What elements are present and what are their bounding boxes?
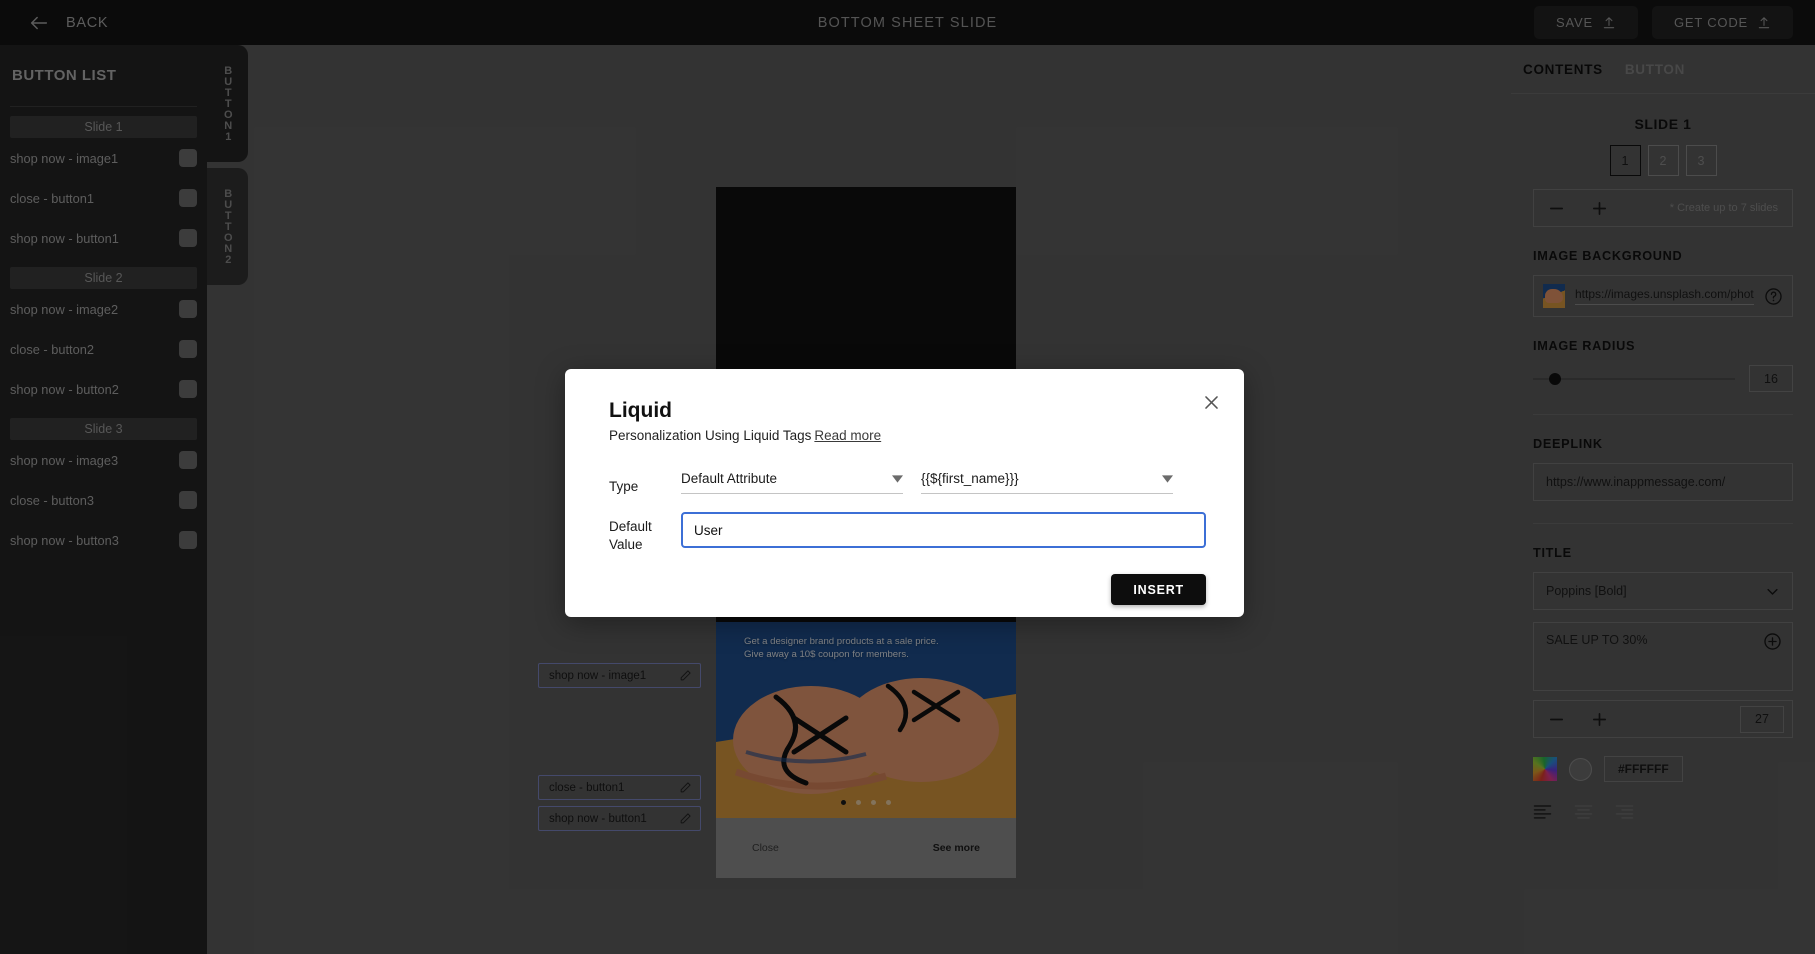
modal-subtitle: Personalization Using Liquid Tags Read mo… (609, 428, 1206, 443)
liquid-modal: Liquid Personalization Using Liquid Tags… (565, 369, 1244, 617)
attribute-select-value: {{${first_name}}} (921, 471, 1019, 486)
insert-button[interactable]: INSERT (1111, 574, 1206, 606)
type-select-value: Default Attribute (681, 471, 778, 486)
type-select[interactable]: Default Attribute (681, 471, 903, 494)
attribute-select[interactable]: {{${first_name}}} (921, 471, 1173, 494)
modal-title: Liquid (609, 399, 672, 422)
default-value-label: Default Value (609, 512, 681, 554)
modal-actions: INSERT (609, 574, 1206, 606)
type-label: Type (609, 479, 639, 494)
caret-down-icon (1162, 474, 1173, 483)
default-value-label-line2: Value (609, 537, 643, 553)
read-more-link[interactable]: Read more (814, 428, 881, 443)
default-value-row: Default Value (609, 512, 1206, 554)
default-value-label-line1: Default (609, 519, 652, 534)
caret-down-icon (892, 474, 903, 483)
modal-subtitle-text: Personalization Using Liquid Tags (609, 428, 812, 443)
type-row: Type Default Attribute {{${first_name}}} (609, 471, 1206, 494)
default-value-input[interactable] (681, 512, 1206, 548)
close-icon[interactable] (1202, 393, 1221, 412)
